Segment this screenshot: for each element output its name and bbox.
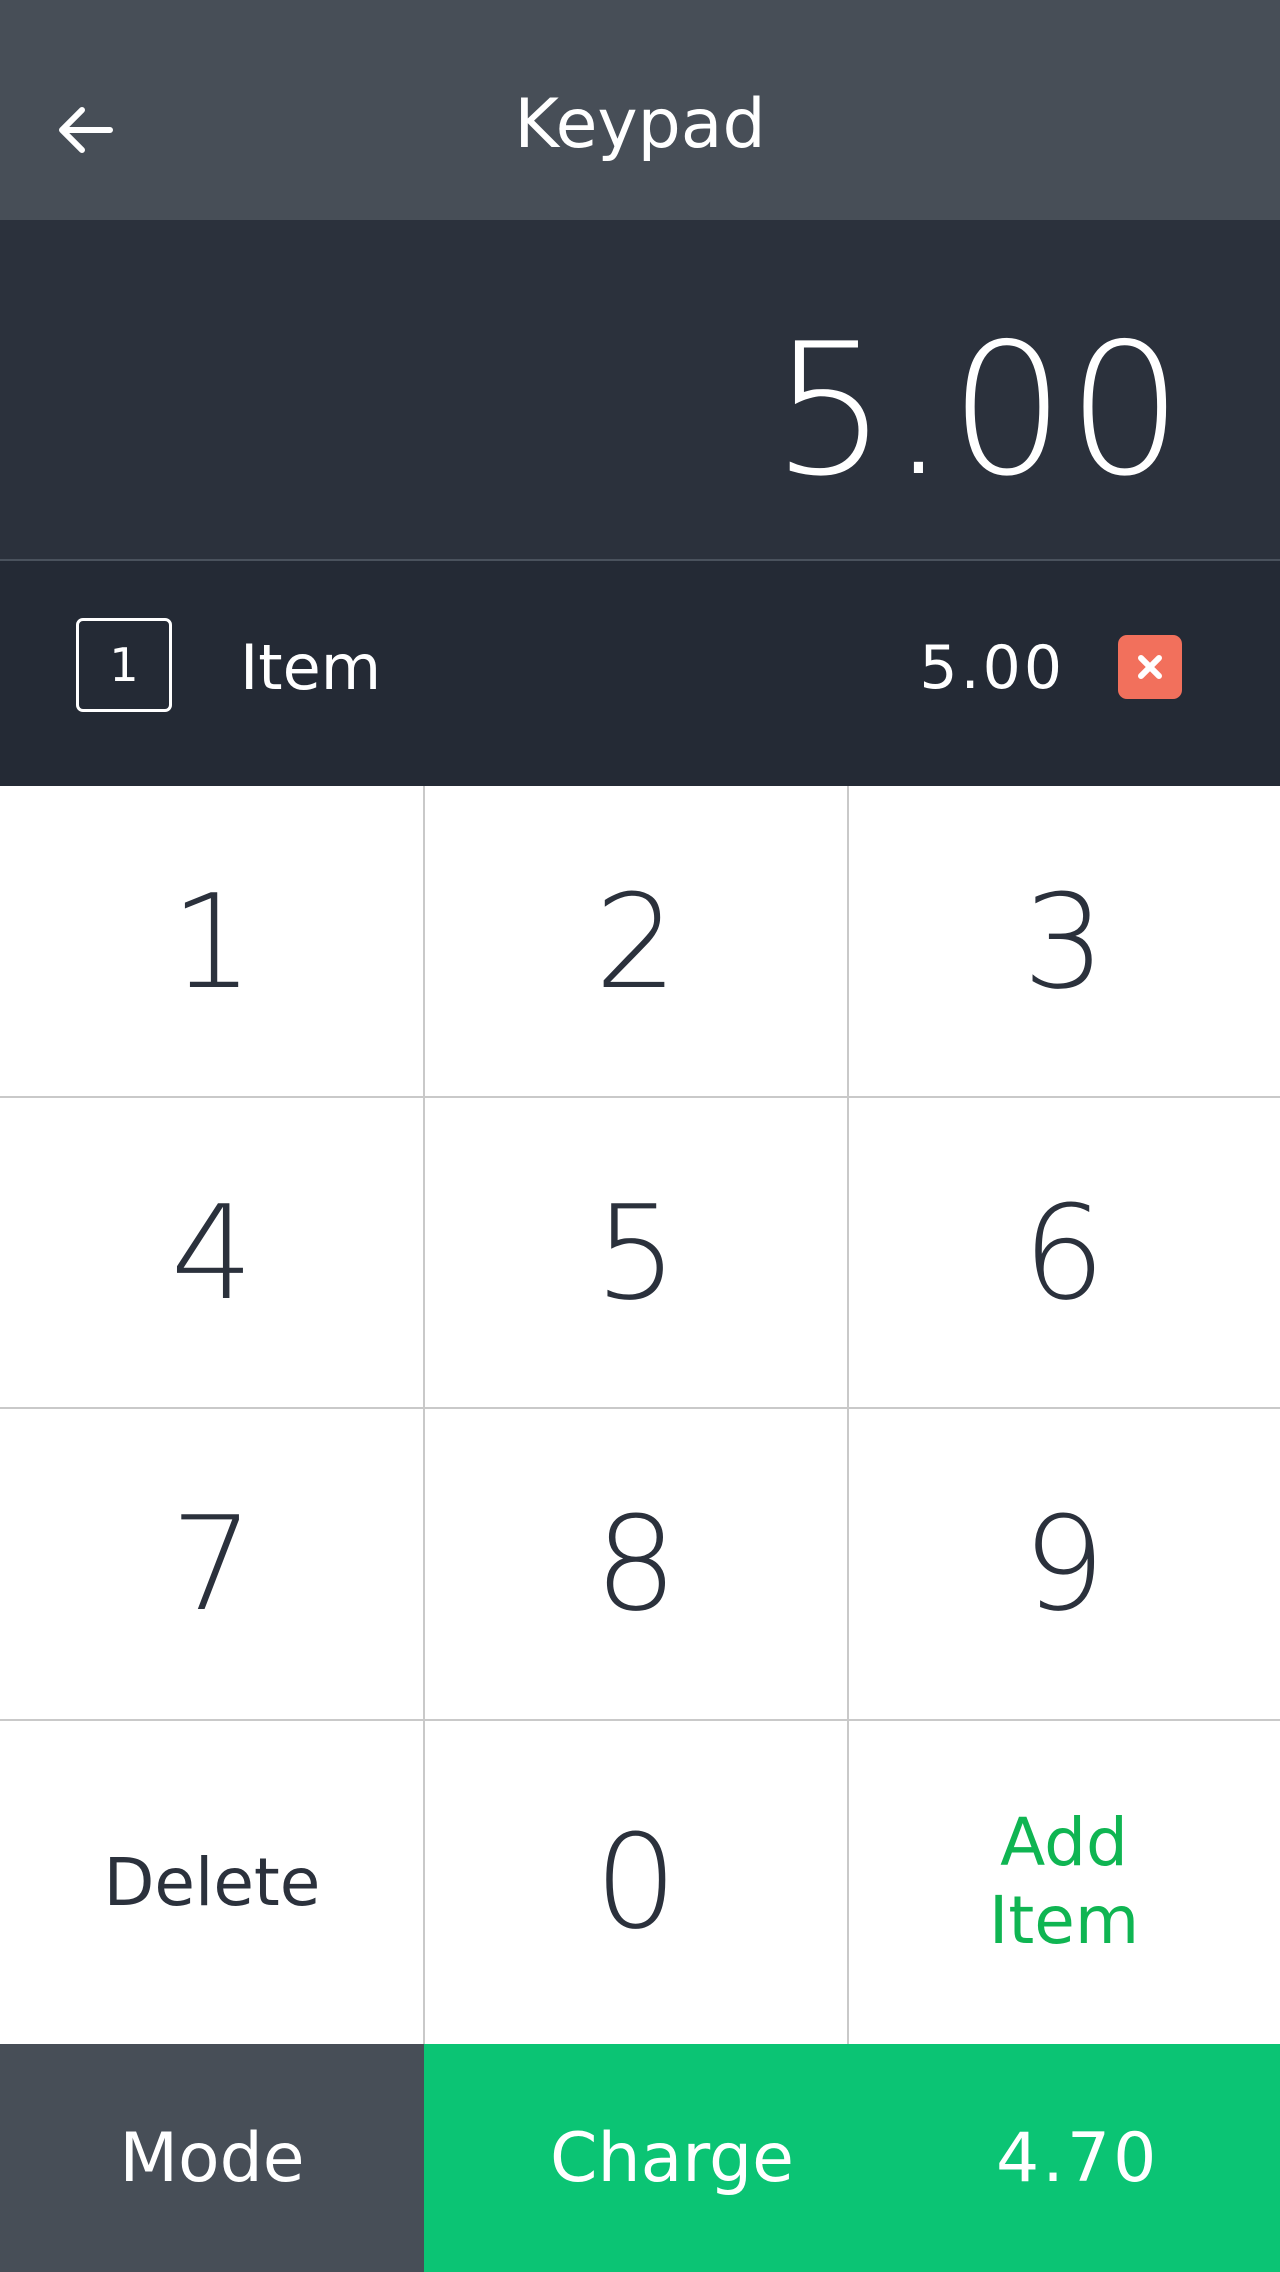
item-price: 5.00: [919, 633, 1065, 703]
amount-display: 5.00: [0, 220, 1280, 559]
key-8[interactable]: 8: [424, 1408, 848, 1720]
add-item-label-line1: Add: [1000, 1804, 1128, 1881]
grid-divider: [847, 786, 849, 2044]
mode-button[interactable]: Mode: [0, 2044, 424, 2272]
key-4[interactable]: 4: [0, 1097, 424, 1408]
close-icon: [1138, 655, 1162, 679]
keypad-screen: Keypad 5.00 1 Item 5.00 1 2 3 4 5 6 7 8 …: [0, 0, 1280, 2272]
grid-divider: [0, 1096, 1280, 1098]
remove-item-button[interactable]: [1118, 635, 1182, 699]
key-9[interactable]: 9: [848, 1408, 1280, 1720]
bottom-bar: Mode Charge 4.70: [0, 2044, 1280, 2272]
key-5[interactable]: 5: [424, 1097, 848, 1408]
grid-divider: [0, 1407, 1280, 1409]
line-item[interactable]: 1 Item 5.00: [0, 561, 1280, 786]
charge-label: Charge: [550, 2118, 795, 2198]
item-quantity[interactable]: 1: [76, 618, 172, 712]
key-3[interactable]: 3: [848, 786, 1280, 1097]
amount-value: 5.00: [771, 304, 1185, 516]
charge-button[interactable]: Charge 4.70: [424, 2044, 1280, 2272]
numeric-keypad: 1 2 3 4 5 6 7 8 9 Delete 0 Add Item: [0, 786, 1280, 2044]
key-7[interactable]: 7: [0, 1408, 424, 1720]
key-2[interactable]: 2: [424, 786, 848, 1097]
key-6[interactable]: 6: [848, 1097, 1280, 1408]
delete-button[interactable]: Delete: [0, 1720, 424, 2044]
page-title: Keypad: [514, 85, 766, 164]
item-name: Item: [240, 631, 382, 704]
key-1[interactable]: 1: [0, 786, 424, 1097]
key-0[interactable]: 0: [424, 1720, 848, 2044]
app-header: Keypad: [0, 0, 1280, 220]
charge-total: 4.70: [996, 2118, 1160, 2198]
grid-divider: [423, 786, 425, 2044]
add-item-label-line2: Item: [988, 1882, 1140, 1959]
add-item-button[interactable]: Add Item: [848, 1720, 1280, 2044]
grid-divider: [0, 1719, 1280, 1721]
